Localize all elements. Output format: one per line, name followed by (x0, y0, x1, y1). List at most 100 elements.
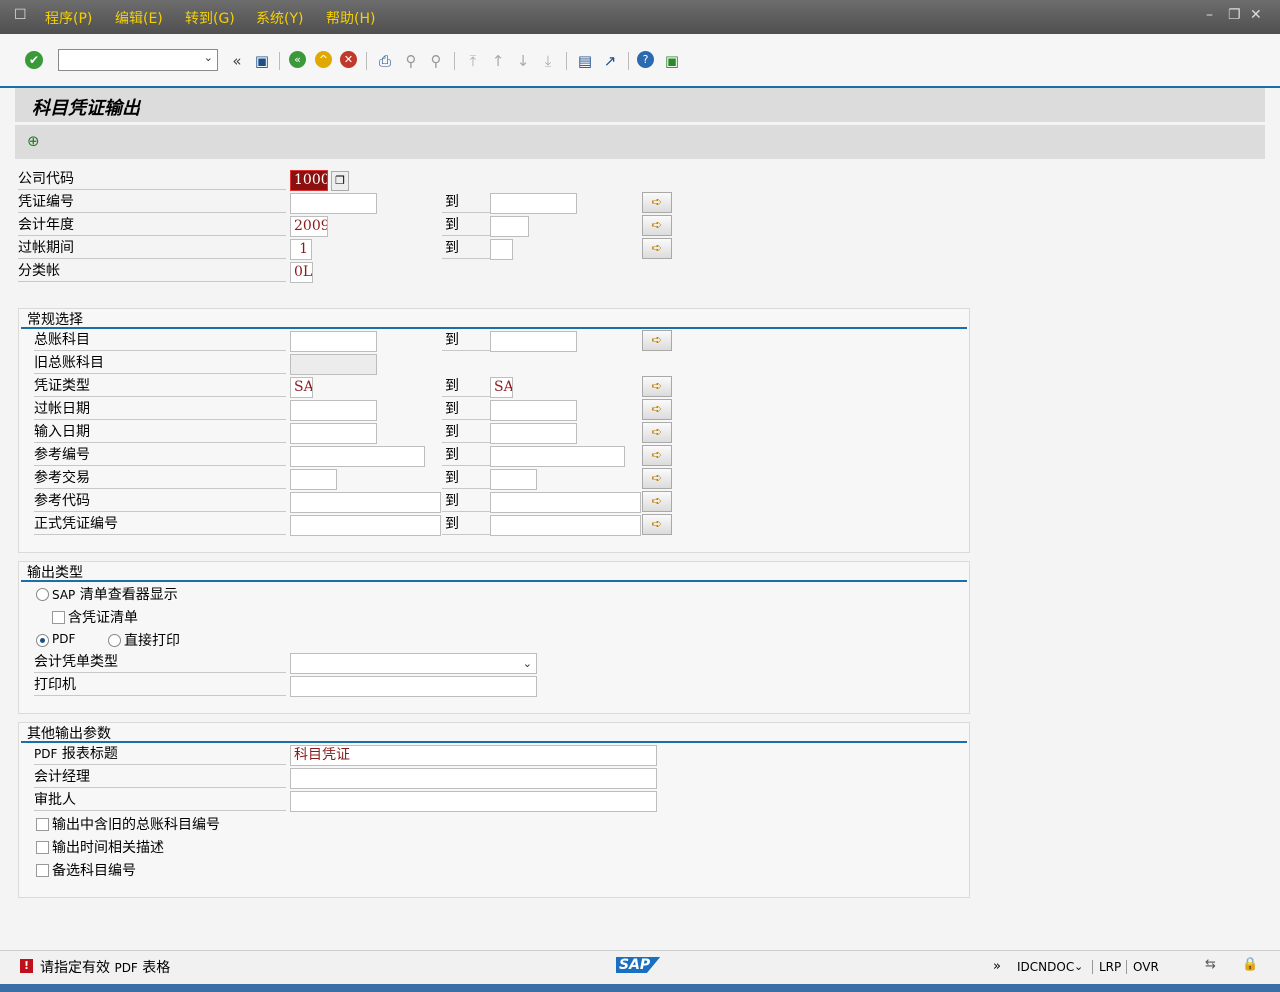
multiple-selection-button[interactable]: ➪ (642, 445, 672, 466)
reference-transaction-from-input[interactable] (290, 469, 337, 490)
last-page-icon[interactable]: ⤓ (538, 51, 558, 71)
pdf-title-label: PDF 报表标题 (34, 744, 286, 765)
multiple-selection-button[interactable]: ➪ (642, 399, 672, 420)
maximize-icon[interactable]: ❐ (1228, 7, 1241, 23)
posting-period-label: 过帐期间 (18, 238, 286, 259)
minimize-icon[interactable]: – (1206, 7, 1213, 23)
printer-input[interactable] (290, 676, 537, 697)
menu-help[interactable]: 帮助(H) (326, 8, 375, 28)
close-icon[interactable]: ✕ (1250, 7, 1262, 23)
first-page-icon[interactable]: ⤒ (463, 51, 483, 71)
multiple-selection-button[interactable]: ➪ (642, 215, 672, 236)
menu-program[interactable]: 程序(P) (45, 8, 92, 28)
entry-date-to-input[interactable] (490, 423, 577, 444)
layout-icon[interactable]: ⇆ (1205, 957, 1216, 972)
pdf-radio[interactable] (36, 634, 49, 647)
reference-transaction-label: 参考交易 (34, 468, 286, 489)
multiple-selection-button[interactable]: ➪ (642, 422, 672, 443)
chevron-down-icon[interactable]: ⌄ (204, 51, 213, 64)
multiple-selection-button[interactable]: ➪ (642, 192, 672, 213)
multiple-selection-button[interactable]: ➪ (642, 491, 672, 512)
gl-account-from-input[interactable] (290, 331, 377, 352)
multiple-selection-button[interactable]: ➪ (642, 238, 672, 259)
ledger-input[interactable]: 0L (290, 262, 313, 283)
approver-input[interactable] (290, 791, 657, 812)
alt-account-checkbox[interactable] (36, 864, 49, 877)
find-icon[interactable]: ⚲ (401, 51, 421, 71)
customize-icon[interactable]: ▣ (662, 51, 682, 71)
taskbar (0, 984, 1280, 992)
print-icon[interactable]: ⎙ (375, 51, 395, 71)
insert-mode[interactable]: OVR (1133, 960, 1159, 974)
multiple-selection-button[interactable]: ➪ (642, 376, 672, 397)
expand-status-icon[interactable]: » (993, 959, 1001, 974)
chevron-down-icon[interactable]: ⌄ (523, 654, 532, 673)
chevron-down-icon[interactable]: ⌄ (1074, 960, 1083, 973)
direct-print-radio[interactable] (108, 634, 121, 647)
command-field[interactable]: ⌄ (58, 49, 218, 71)
gl-account-to-input[interactable] (490, 331, 577, 352)
execute-icon[interactable]: ⊕ (27, 132, 40, 150)
search-help-icon[interactable]: ❐ (331, 171, 349, 191)
next-page-icon[interactable]: ↓ (513, 51, 533, 71)
save-icon[interactable]: ▣ (252, 51, 272, 71)
gl-account-label: 总账科目 (34, 330, 286, 351)
menu-edit[interactable]: 编辑(E) (115, 8, 163, 28)
posting-period-to-input[interactable] (490, 239, 513, 260)
reference-code-to-input[interactable] (490, 492, 641, 513)
include-doc-list-checkbox[interactable] (52, 611, 65, 624)
reference-number-to-input[interactable] (490, 446, 625, 467)
title-bar: 科目凭证输出 (15, 88, 1265, 122)
collapse-icon[interactable]: « (227, 51, 247, 71)
shortcut-icon[interactable]: ↗ (600, 51, 620, 71)
status-message[interactable]: 请指定有效 PDF 表格 (40, 957, 170, 977)
transaction-code[interactable]: IDCNDOC (1017, 960, 1074, 974)
posting-date-to-input[interactable] (490, 400, 577, 421)
old-account-checkbox[interactable] (36, 818, 49, 831)
multiple-selection-button[interactable]: ➪ (642, 468, 672, 489)
group-title: 其他输出参数 (27, 726, 111, 742)
group-title: 常规选择 (27, 312, 83, 328)
official-doc-number-from-input[interactable] (290, 515, 441, 536)
posting-date-from-input[interactable] (290, 400, 377, 421)
multiple-selection-button[interactable]: ➪ (642, 330, 672, 351)
accountant-input[interactable] (290, 768, 657, 789)
prev-page-icon[interactable]: ↑ (488, 51, 508, 71)
form-type-select[interactable]: ⌄ (290, 653, 537, 674)
menu-system[interactable]: 系统(Y) (256, 8, 303, 28)
fiscal-year-to-input[interactable] (490, 216, 529, 237)
include-doc-list-label: 含凭证清单 (68, 610, 138, 626)
fiscal-year-label: 会计年度 (18, 215, 286, 236)
doc-number-from-input[interactable] (290, 193, 377, 214)
help-icon[interactable]: ? (637, 51, 654, 68)
time-desc-label: 输出时间相关描述 (52, 840, 164, 856)
time-desc-checkbox[interactable] (36, 841, 49, 854)
pdf-title-input[interactable]: 科目凭证 (290, 745, 657, 766)
entry-date-from-input[interactable] (290, 423, 377, 444)
system-menu-icon[interactable]: ☐ (14, 7, 27, 23)
doc-number-to-input[interactable] (490, 193, 577, 214)
to-label: 到 (442, 330, 491, 351)
company-code-input[interactable]: 1000 (290, 170, 328, 191)
to-label: 到 (442, 491, 491, 512)
official-doc-number-to-input[interactable] (490, 515, 641, 536)
cancel-icon[interactable]: ✕ (340, 51, 357, 68)
posting-period-from-input[interactable]: 1 (290, 239, 312, 260)
reference-transaction-to-input[interactable] (490, 469, 537, 490)
new-session-icon[interactable]: ▤ (575, 51, 595, 71)
menu-bar: ☐ 程序(P) 编辑(E) 转到(G) 系统(Y) 帮助(H) – ❐ ✕ (0, 0, 1280, 34)
doc-type-from-input[interactable]: SA (290, 377, 313, 398)
enter-icon[interactable]: ✔ (25, 51, 43, 69)
menu-goto[interactable]: 转到(G) (185, 8, 235, 28)
find-next-icon[interactable]: ⚲ (426, 51, 446, 71)
multiple-selection-button[interactable]: ➪ (642, 514, 672, 535)
lock-icon[interactable]: 🔒 (1242, 957, 1258, 972)
fiscal-year-from-input[interactable]: 2009 (290, 216, 328, 237)
to-label: 到 (442, 192, 491, 213)
exit-icon[interactable]: ^ (315, 51, 332, 68)
reference-code-from-input[interactable] (290, 492, 441, 513)
doc-type-to-input[interactable]: SA (490, 377, 513, 398)
sap-list-viewer-radio[interactable] (36, 588, 49, 601)
reference-number-from-input[interactable] (290, 446, 425, 467)
back-nav-icon[interactable]: « (289, 51, 306, 68)
